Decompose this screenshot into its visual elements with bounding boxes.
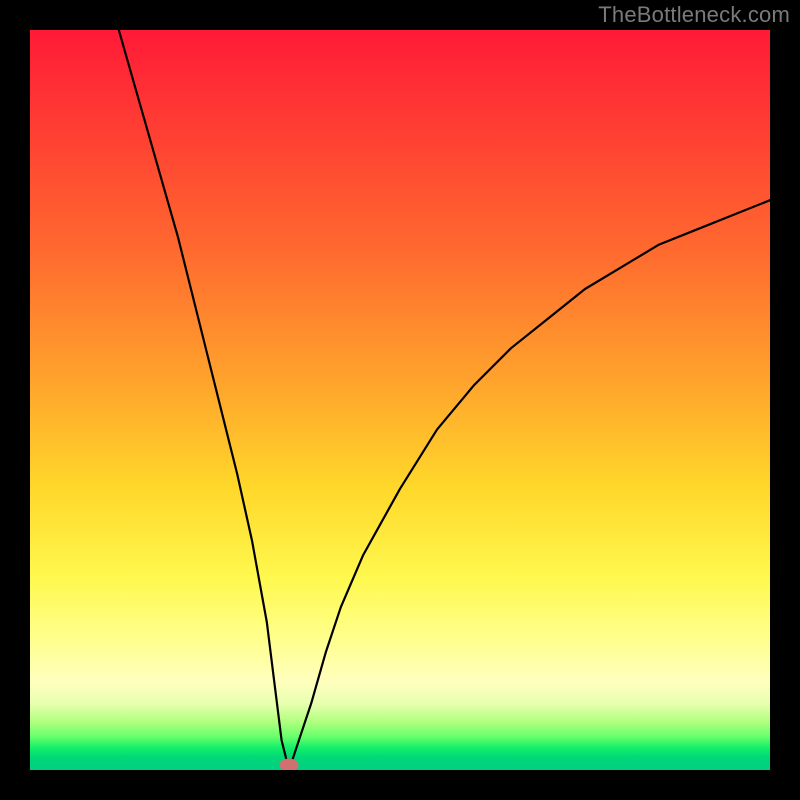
- bottleneck-curve-line: [119, 30, 770, 770]
- plot-area: [30, 30, 770, 770]
- bottleneck-curve-svg: [30, 30, 770, 770]
- watermark-text: TheBottleneck.com: [598, 2, 790, 28]
- chart-frame: TheBottleneck.com: [0, 0, 800, 800]
- minimum-marker: [280, 759, 298, 770]
